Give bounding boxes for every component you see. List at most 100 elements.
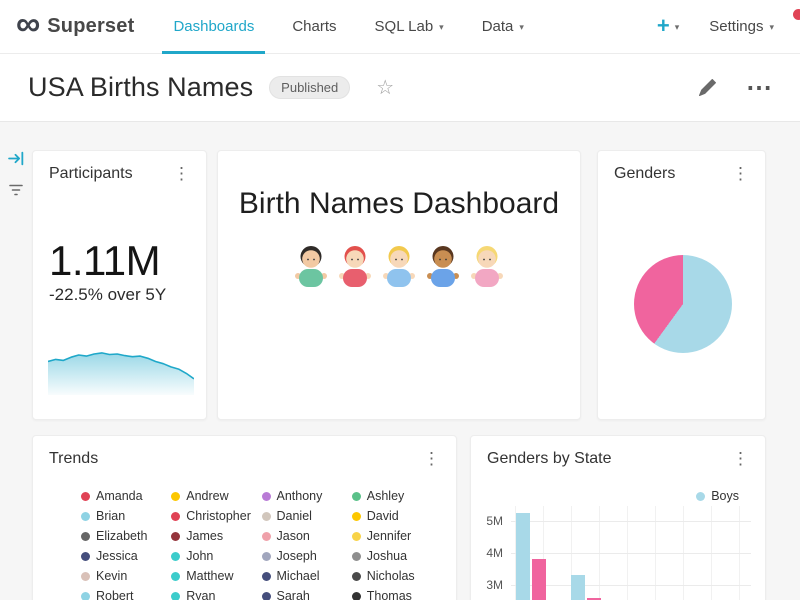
- more-actions-icon[interactable]: ⋯: [746, 80, 772, 96]
- trend-label: -22.5% over 5Y: [49, 285, 166, 305]
- chevron-down-icon: ▾: [769, 22, 774, 33]
- legend-dot: [262, 532, 271, 541]
- legend-label: Brian: [96, 509, 125, 523]
- legend-dot: [171, 512, 180, 521]
- plus-icon: +: [657, 15, 670, 37]
- legend-item-john[interactable]: John: [171, 546, 261, 566]
- legend-item-jennifer[interactable]: Jennifer: [352, 526, 442, 546]
- y-axis-label: 5M: [471, 514, 503, 528]
- legend-dot: [262, 572, 271, 581]
- participants-sparkline: [48, 341, 194, 395]
- legend-item-jessica[interactable]: Jessica: [81, 546, 171, 566]
- legend-label: Christopher: [186, 509, 251, 523]
- legend-item-joseph[interactable]: Joseph: [262, 546, 352, 566]
- legend-item-ryan[interactable]: Ryan: [171, 586, 261, 600]
- legend-label: James: [186, 529, 223, 543]
- filter-rail: [0, 122, 32, 197]
- legend-item-david[interactable]: David: [352, 506, 442, 526]
- children-illustration: [218, 243, 580, 289]
- legend-item-ashley[interactable]: Ashley: [352, 486, 442, 506]
- child-figure-icon: [292, 243, 330, 289]
- dashboard-canvas: Participants ⋮ 1.11M -22.5% over 5Y Birt…: [0, 122, 800, 600]
- legend-item-nicholas[interactable]: Nicholas: [352, 566, 442, 586]
- legend-dot: [81, 592, 90, 600]
- legend-item-jason[interactable]: Jason: [262, 526, 352, 546]
- legend-label: Matthew: [186, 569, 233, 583]
- bar-boys-1[interactable]: [571, 575, 585, 600]
- bar-boys-0[interactable]: [516, 513, 530, 600]
- legend-dot: [81, 572, 90, 581]
- legend-label: Sarah: [277, 589, 310, 600]
- filter-lines-icon[interactable]: [8, 183, 24, 197]
- chevron-down-icon: ▾: [519, 22, 524, 33]
- legend-item-elizabeth[interactable]: Elizabeth: [81, 526, 171, 546]
- published-badge[interactable]: Published: [269, 76, 350, 99]
- legend-dot: [352, 492, 361, 501]
- chart-menu-kebab-icon[interactable]: ⋮: [165, 162, 198, 186]
- new-item-button[interactable]: + ▾: [657, 17, 679, 37]
- child-figure-icon: [380, 243, 418, 289]
- chart-card-trends: Trends ⋮ Amanda Andrew AnthonyAshley Brian C…: [32, 435, 457, 600]
- legend-label: Joseph: [277, 549, 317, 563]
- chart-menu-kebab-icon[interactable]: ⋮: [724, 162, 757, 186]
- legend-dot: [262, 512, 271, 521]
- legend-label: David: [367, 509, 399, 523]
- legend-dot: [81, 512, 90, 521]
- legend-dot: [171, 532, 180, 541]
- legend-label: Robert: [96, 589, 134, 600]
- trends-legend: Amanda Andrew AnthonyAshley Brian Christophe…: [81, 486, 442, 600]
- chart-title: Participants: [49, 165, 133, 183]
- markdown-card: Birth Names Dashboard: [217, 150, 581, 420]
- legend-dot: [171, 492, 180, 501]
- legend-dot: [352, 592, 361, 600]
- legend-item-anthony[interactable]: Anthony: [262, 486, 352, 506]
- legend-dot: [352, 552, 361, 561]
- legend-item-daniel[interactable]: Daniel: [262, 506, 352, 526]
- dashboard-header: USA Births Names Published ☆ ⋯: [0, 54, 800, 122]
- legend-dot: [171, 572, 180, 581]
- chart-title: Trends: [49, 450, 98, 468]
- legend-item-amanda[interactable]: Amanda: [81, 486, 171, 506]
- nav-item-sql-lab[interactable]: SQL Lab▾: [356, 0, 463, 54]
- legend-dot: [262, 592, 271, 600]
- chevron-down-icon: ▾: [675, 22, 680, 33]
- chart-card-participants: Participants ⋮ 1.11M -22.5% over 5Y: [32, 150, 207, 420]
- legend-item-sarah[interactable]: Sarah: [262, 586, 352, 600]
- chart-title: Genders: [614, 165, 675, 183]
- brand-name: Superset: [47, 15, 134, 38]
- chart-menu-kebab-icon[interactable]: ⋮: [415, 447, 448, 471]
- legend-item-robert[interactable]: Robert: [81, 586, 171, 600]
- superset-logo[interactable]: ∞ Superset: [16, 12, 134, 41]
- legend-item-james[interactable]: James: [171, 526, 261, 546]
- legend-item-brian[interactable]: Brian: [81, 506, 171, 526]
- legend-item-matthew[interactable]: Matthew: [171, 566, 261, 586]
- notification-dot: [793, 9, 800, 20]
- legend-item-christopher[interactable]: Christopher: [171, 506, 261, 526]
- bar-girls-0[interactable]: [532, 559, 546, 600]
- legend-item-joshua[interactable]: Joshua: [352, 546, 442, 566]
- legend-item-michael[interactable]: Michael: [262, 566, 352, 586]
- legend-label: Daniel: [277, 509, 312, 523]
- legend-label: Andrew: [186, 489, 228, 503]
- genders-pie-chart[interactable]: [634, 255, 732, 353]
- nav-item-label: Charts: [292, 18, 336, 35]
- settings-menu[interactable]: Settings ▾: [709, 18, 774, 35]
- legend-item-thomas[interactable]: Thomas: [352, 586, 442, 600]
- legend-item-andrew[interactable]: Andrew: [171, 486, 261, 506]
- legend-dot: [262, 552, 271, 561]
- nav-item-charts[interactable]: Charts: [273, 0, 355, 54]
- legend-label: Michael: [277, 569, 320, 583]
- nav-item-data[interactable]: Data ▾: [463, 0, 543, 54]
- legend-item-kevin[interactable]: Kevin: [81, 566, 171, 586]
- edit-pencil-icon[interactable]: [699, 79, 716, 96]
- legend-label: Joshua: [367, 549, 407, 563]
- legend-label: Amanda: [96, 489, 143, 503]
- favorite-star-icon[interactable]: ☆: [376, 75, 394, 100]
- settings-label: Settings: [709, 18, 763, 35]
- legend-label: Jason: [277, 529, 310, 543]
- legend-dot: [262, 492, 271, 501]
- nav-item-dashboards[interactable]: Dashboards: [154, 0, 273, 54]
- gridline: [511, 585, 751, 586]
- nav-item-label: Data: [482, 18, 514, 35]
- expand-filter-bar-icon[interactable]: [8, 150, 25, 167]
